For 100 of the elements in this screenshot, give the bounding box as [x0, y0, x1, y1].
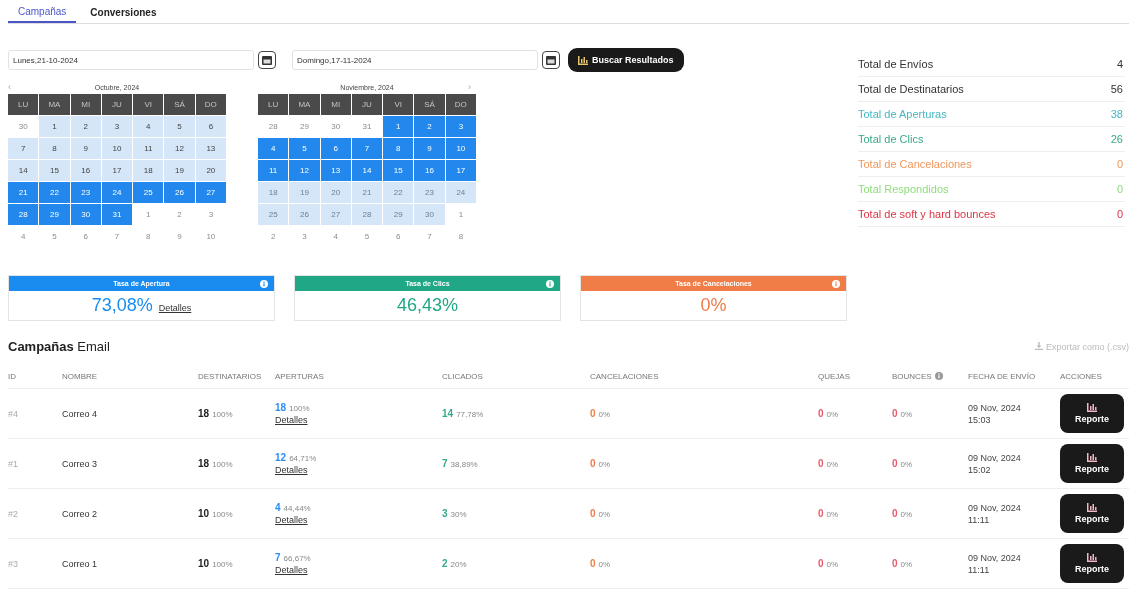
calendar-day[interactable]: 12 — [164, 138, 195, 159]
calendar-day[interactable]: 1 — [445, 204, 476, 225]
calendar-day[interactable]: 13 — [320, 160, 351, 181]
calendar-day[interactable]: 18 — [133, 160, 164, 181]
calendar-day[interactable]: 31 — [351, 116, 383, 137]
calendar-button[interactable] — [258, 51, 276, 69]
calendar-day[interactable]: 5 — [289, 138, 320, 159]
calendar-day[interactable]: 28 — [8, 204, 39, 225]
calendar-day[interactable]: 20 — [195, 160, 226, 181]
calendar-day[interactable]: 1 — [39, 116, 70, 137]
report-button[interactable]: Reporte — [1060, 444, 1124, 483]
previous-month-button[interactable]: ‹ — [8, 82, 16, 92]
calendar-day[interactable]: 8 — [39, 138, 70, 159]
calendar-day[interactable]: 7 — [414, 226, 445, 247]
calendar-day[interactable]: 7 — [101, 226, 133, 247]
calendar-day[interactable]: 16 — [70, 160, 101, 181]
calendar-day[interactable]: 1 — [383, 116, 414, 137]
tab[interactable]: Campañas — [8, 0, 77, 23]
details-link[interactable]: Detalles — [275, 565, 308, 575]
date-field[interactable]: Domingo,17-11-2024 — [292, 50, 538, 70]
tab[interactable]: Conversiones — [80, 0, 167, 23]
calendar-day[interactable]: 25 — [258, 204, 289, 225]
calendar-day[interactable]: 11 — [133, 138, 164, 159]
report-button[interactable]: Reporte — [1060, 494, 1124, 533]
calendar-day[interactable]: 23 — [70, 182, 101, 203]
calendar-day[interactable]: 2 — [414, 116, 445, 137]
next-month-button[interactable]: › — [468, 82, 476, 92]
calendar-day[interactable]: 15 — [39, 160, 70, 181]
calendar-day[interactable]: 3 — [195, 204, 226, 225]
calendar-day[interactable]: 22 — [383, 182, 414, 203]
info-icon[interactable] — [546, 279, 554, 288]
calendar-day[interactable]: 15 — [383, 160, 414, 181]
calendar-day[interactable]: 26 — [164, 182, 195, 203]
details-link[interactable]: Detalles — [275, 415, 308, 425]
calendar-day[interactable]: 27 — [320, 204, 351, 225]
calendar-day[interactable]: 23 — [414, 182, 445, 203]
details-link[interactable]: Detalles — [275, 515, 308, 525]
calendar-day[interactable]: 17 — [445, 160, 476, 181]
calendar-day[interactable]: 2 — [258, 226, 289, 247]
calendar-day[interactable]: 7 — [351, 138, 383, 159]
calendar-day[interactable]: 10 — [445, 138, 476, 159]
calendar-day[interactable]: 6 — [195, 116, 226, 137]
calendar-day[interactable]: 3 — [445, 116, 476, 137]
calendar-day[interactable]: 2 — [164, 204, 195, 225]
calendar-day[interactable]: 21 — [351, 182, 383, 203]
calendar-day[interactable]: 24 — [101, 182, 133, 203]
calendar-day[interactable]: 27 — [195, 182, 226, 203]
calendar-day[interactable]: 30 — [320, 116, 351, 137]
calendar-day[interactable]: 26 — [289, 204, 320, 225]
date-field[interactable]: Lunes,21-10-2024 — [8, 50, 254, 70]
calendar-day[interactable]: 17 — [101, 160, 133, 181]
details-link[interactable]: Detalles — [158, 303, 192, 313]
details-link[interactable]: Detalles — [275, 465, 308, 475]
calendar-day[interactable]: 3 — [101, 116, 133, 137]
calendar-day[interactable]: 7 — [8, 138, 39, 159]
calendar-day[interactable]: 19 — [289, 182, 320, 203]
calendar-day[interactable]: 30 — [8, 116, 39, 137]
calendar-day[interactable]: 8 — [445, 226, 476, 247]
calendar-day[interactable]: 30 — [70, 204, 101, 225]
calendar-day[interactable]: 11 — [258, 160, 289, 181]
info-icon[interactable] — [934, 372, 943, 380]
calendar-day[interactable]: 5 — [164, 116, 195, 137]
calendar-day[interactable]: 31 — [101, 204, 133, 225]
calendar-day[interactable]: 3 — [289, 226, 320, 247]
calendar-day[interactable]: 4 — [133, 116, 164, 137]
calendar-day[interactable]: 14 — [351, 160, 383, 181]
calendar-day[interactable]: 10 — [101, 138, 133, 159]
report-button[interactable]: Reporte — [1060, 544, 1124, 583]
calendar-day[interactable]: 2 — [70, 116, 101, 137]
calendar-day[interactable]: 5 — [39, 226, 70, 247]
calendar-day[interactable]: 6 — [320, 138, 351, 159]
calendar-day[interactable]: 18 — [258, 182, 289, 203]
calendar-button[interactable] — [542, 51, 560, 69]
calendar-day[interactable]: 4 — [320, 226, 351, 247]
calendar-day[interactable]: 24 — [445, 182, 476, 203]
calendar-day[interactable]: 19 — [164, 160, 195, 181]
calendar-day[interactable]: 28 — [258, 116, 289, 137]
calendar-day[interactable]: 8 — [383, 138, 414, 159]
calendar-day[interactable]: 29 — [289, 116, 320, 137]
search-results-button[interactable]: Buscar Resultados — [568, 48, 684, 72]
calendar-day[interactable]: 16 — [414, 160, 445, 181]
calendar-day[interactable]: 14 — [8, 160, 39, 181]
info-icon[interactable] — [832, 279, 840, 288]
calendar-day[interactable]: 6 — [383, 226, 414, 247]
calendar-day[interactable]: 12 — [289, 160, 320, 181]
calendar-day[interactable]: 20 — [320, 182, 351, 203]
calendar-day[interactable]: 10 — [195, 226, 226, 247]
calendar-day[interactable]: 5 — [351, 226, 383, 247]
calendar-day[interactable]: 30 — [414, 204, 445, 225]
info-icon[interactable] — [260, 279, 268, 288]
calendar-day[interactable]: 13 — [195, 138, 226, 159]
calendar-day[interactable]: 9 — [70, 138, 101, 159]
calendar-day[interactable]: 25 — [133, 182, 164, 203]
calendar-day[interactable]: 21 — [8, 182, 39, 203]
calendar-day[interactable]: 22 — [39, 182, 70, 203]
report-button[interactable]: Reporte — [1060, 394, 1124, 433]
calendar-day[interactable]: 6 — [70, 226, 101, 247]
calendar-day[interactable]: 8 — [133, 226, 164, 247]
calendar-day[interactable]: 28 — [351, 204, 383, 225]
calendar-day[interactable]: 29 — [39, 204, 70, 225]
